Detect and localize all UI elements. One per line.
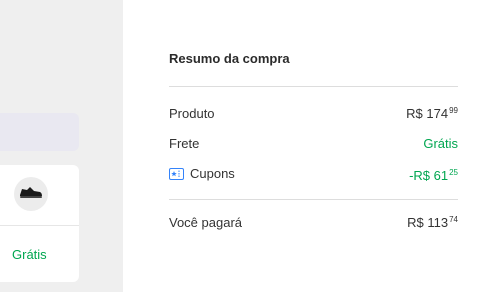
summary-row-total: Você pagará R$ 11374 — [169, 215, 458, 233]
coupons-discount: -R$ 6125 — [409, 168, 458, 183]
summary-row-shipping: Frete Grátis — [169, 136, 458, 154]
total-divider — [169, 199, 458, 200]
info-banner — [0, 113, 79, 151]
product-price: R$ 17499 — [406, 106, 458, 121]
total-cents: 74 — [449, 215, 458, 224]
total-label: Você pagará — [169, 215, 243, 230]
purchase-summary: Resumo da compra Produto R$ 17499 Frete … — [123, 0, 500, 292]
product-label: Produto — [169, 106, 215, 121]
shipping-cost: Grátis — [12, 247, 47, 262]
discount-main: -R$ 61 — [409, 167, 449, 183]
summary-row-coupons: Cupons -R$ 6125 — [169, 166, 458, 184]
discount-cents: 25 — [449, 167, 458, 177]
sneaker-icon — [19, 185, 43, 204]
product-thumbnail[interactable] — [14, 177, 48, 211]
price-main: R$ 174 — [406, 106, 449, 121]
coupon-icon — [169, 167, 184, 180]
left-pane: Grátis — [0, 0, 123, 292]
coupons-link[interactable]: Cupons — [169, 166, 235, 181]
shipping-value: Grátis — [423, 136, 458, 151]
total-price: R$ 11374 — [407, 215, 458, 230]
total-main: R$ 113 — [407, 215, 449, 230]
price-cents: 99 — [449, 106, 458, 115]
summary-row-product: Produto R$ 17499 — [169, 106, 458, 124]
product-card — [0, 165, 79, 282]
summary-divider — [169, 86, 458, 87]
coupons-label: Cupons — [190, 166, 235, 181]
summary-title: Resumo da compra — [169, 51, 290, 66]
shipping-label: Frete — [169, 136, 200, 151]
card-divider — [0, 225, 79, 226]
